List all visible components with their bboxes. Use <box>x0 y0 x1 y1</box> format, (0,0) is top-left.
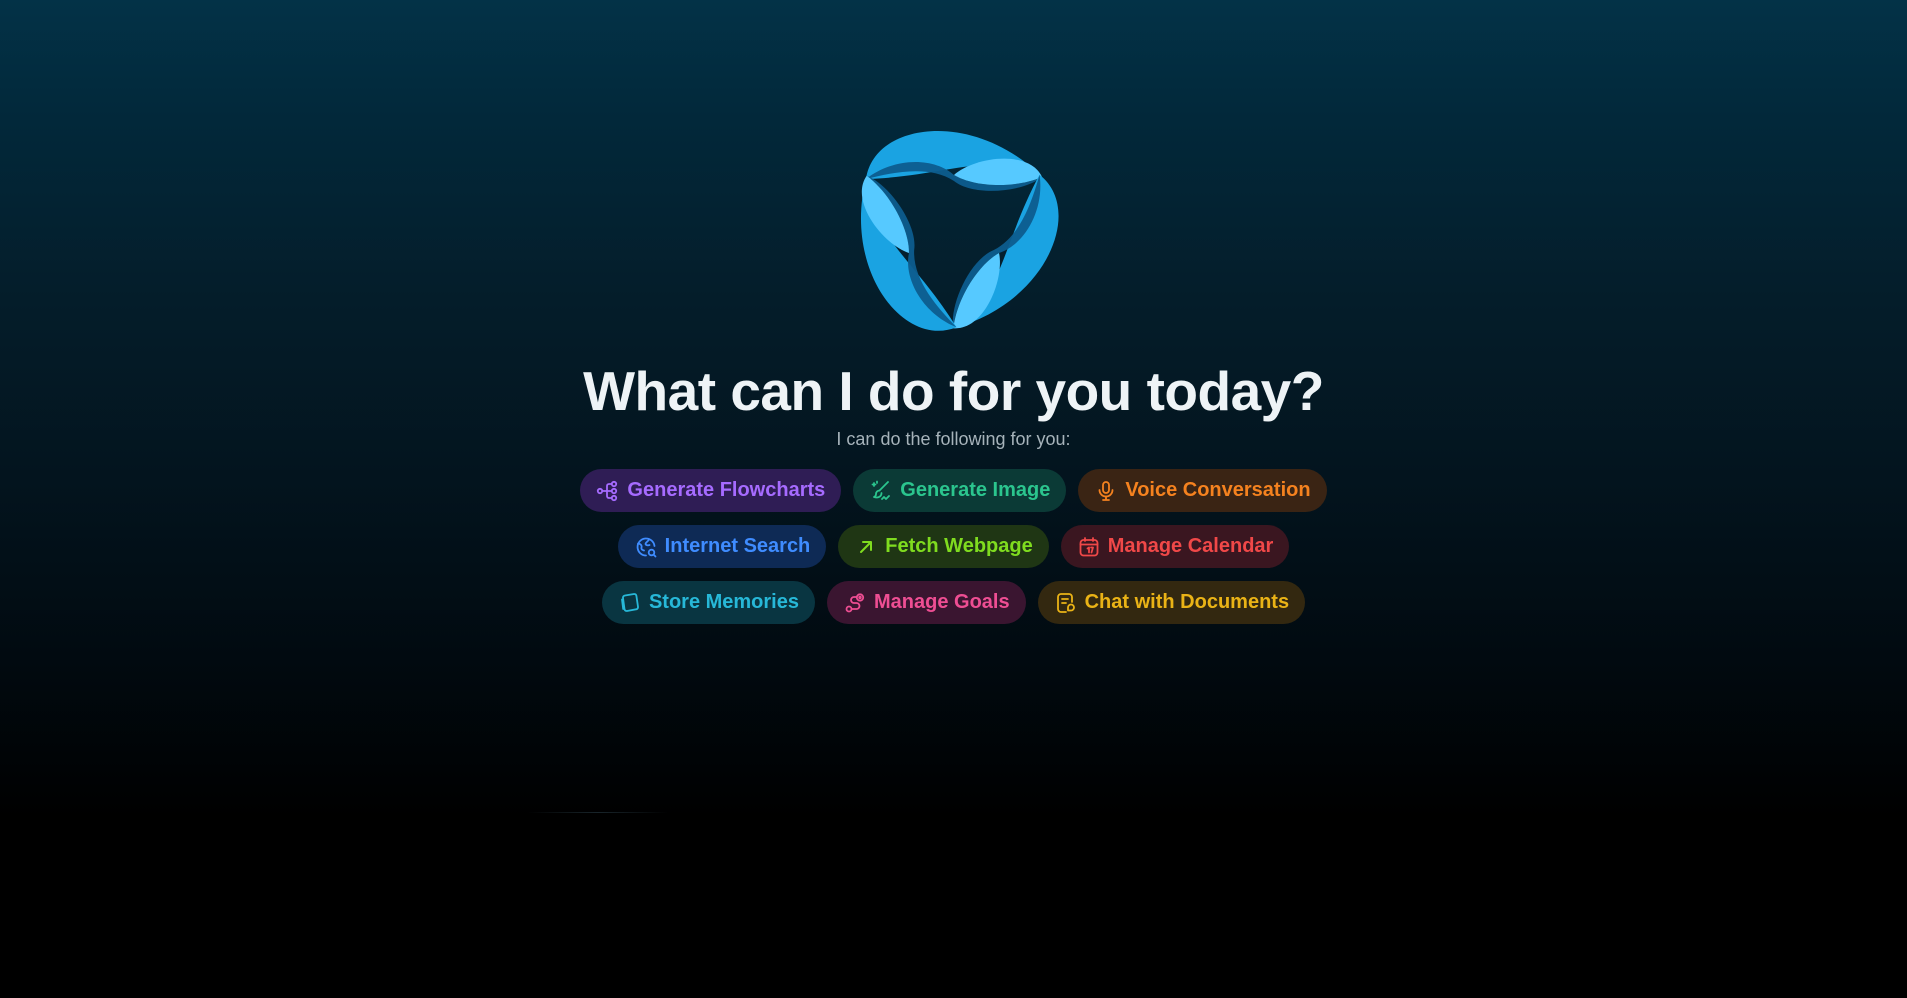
divider-line <box>528 812 668 813</box>
store-memories-chip[interactable]: Store Memories <box>601 581 815 624</box>
manage-goals-chip[interactable]: Manage Goals <box>827 581 1026 624</box>
microphone-icon <box>1094 479 1118 503</box>
generate-image-chip[interactable]: Generate Image <box>853 469 1067 512</box>
chip-label: Store Memories <box>648 591 799 613</box>
chat-with-documents-chip[interactable]: Chat with Documents <box>1037 581 1306 624</box>
calendar-icon <box>1077 535 1101 559</box>
capability-row-1: Generate Flowcharts Generate Image Voice… <box>0 469 1907 512</box>
goal-route-icon <box>843 591 867 615</box>
voice-conversation-chip[interactable]: Voice Conversation <box>1078 469 1327 512</box>
chip-label: Manage Goals <box>874 591 1010 613</box>
chip-label: Voice Conversation <box>1125 479 1311 501</box>
page-headline: What can I do for you today? <box>583 360 1324 422</box>
document-chat-icon <box>1054 591 1078 615</box>
capability-row-2: Internet Search Fetch Webpage Manage Cal… <box>0 525 1907 568</box>
globe-search-icon <box>634 535 658 559</box>
flowchart-icon <box>596 479 620 503</box>
chip-label: Generate Image <box>900 479 1051 501</box>
chip-label: Internet Search <box>664 535 811 557</box>
logo-petal-top <box>866 130 1042 191</box>
manage-calendar-chip[interactable]: Manage Calendar <box>1060 525 1290 568</box>
logo-petal-left <box>861 175 957 331</box>
chip-label: Chat with Documents <box>1084 591 1290 613</box>
chip-label: Fetch Webpage <box>885 535 1033 557</box>
page-subtitle: I can do the following for you: <box>836 429 1071 449</box>
internet-search-chip[interactable]: Internet Search <box>617 525 827 568</box>
chip-label: Manage Calendar <box>1107 535 1274 557</box>
generate-flowcharts-chip[interactable]: Generate Flowcharts <box>580 469 842 512</box>
app-logo <box>861 130 1059 331</box>
arrow-up-right-icon <box>854 535 878 559</box>
memory-icon <box>618 591 642 615</box>
logo-petal-right <box>952 174 1059 329</box>
image-brush-icon <box>869 479 893 503</box>
capability-row-3: Store Memories Manage Goals Chat with Do… <box>0 581 1907 624</box>
chip-label: Generate Flowcharts <box>627 479 826 501</box>
fetch-webpage-chip[interactable]: Fetch Webpage <box>838 525 1049 568</box>
